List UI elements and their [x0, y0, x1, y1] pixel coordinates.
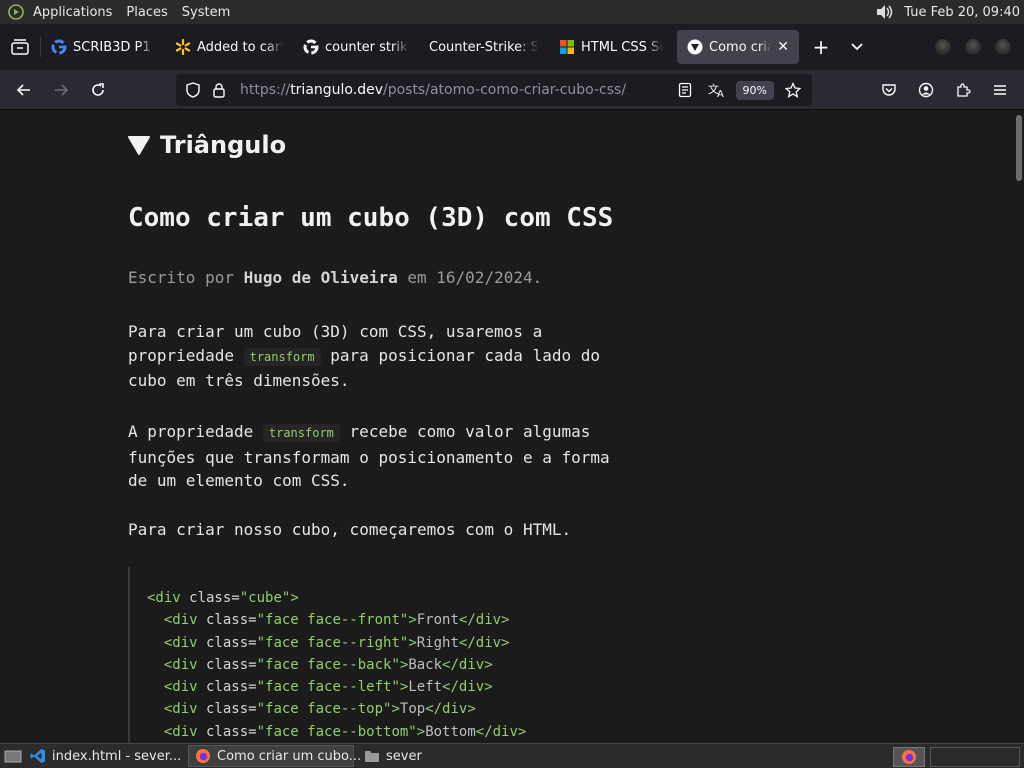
zoom-level-button[interactable]: 90% — [735, 80, 774, 100]
show-desktop-icon — [4, 750, 22, 763]
hamburger-menu-icon — [994, 85, 1006, 95]
taskbar-vscode[interactable]: index.html - sever... — [24, 745, 184, 767]
code-line: <div class="cube"> — [147, 590, 299, 606]
pocket-button[interactable] — [873, 74, 905, 106]
inline-code: transform — [262, 424, 340, 442]
code-line: <div class="face face--front">Front</div… — [163, 612, 510, 629]
reload-icon — [92, 82, 104, 96]
tab-added-to-cart[interactable]: Added to cart — [165, 30, 293, 64]
firefox-view-icon — [11, 39, 29, 55]
tab-html-css-support[interactable]: HTML CSS Sup — [549, 30, 673, 64]
paragraph-transform: A propriedade transform recebe como valo… — [128, 422, 610, 490]
article-title: Como criar um cubo (3D) com CSS — [128, 203, 614, 233]
code-line: <div class="face face--back">Back</div> — [163, 656, 493, 673]
top-panel: Applications Places System Tue Feb 20, 0… — [0, 0, 1024, 24]
bookmark-star-icon[interactable] — [780, 74, 806, 106]
folder-icon — [364, 748, 380, 764]
paragraph-intro: Para criar um cubo (3D) com CSS, usaremo… — [128, 322, 600, 390]
paragraph-html-start: Para criar nosso cubo, começaremos com o… — [128, 520, 572, 539]
microsoft-icon — [559, 39, 575, 55]
code-line: <div class="face face--top">Top</div> — [163, 701, 476, 718]
back-arrow-icon — [16, 83, 30, 96]
forward-arrow-icon — [55, 83, 69, 96]
chevron-down-icon — [851, 43, 863, 51]
page-scrollbar[interactable] — [1014, 111, 1024, 743]
close-tab-icon[interactable]: ✕ — [777, 39, 789, 55]
google-icon — [303, 39, 319, 55]
code-line: <div class="face face--left">Left</div> — [163, 679, 493, 696]
code-block: <div class="cube"> <div class="face face… — [128, 567, 648, 743]
app-menu-button[interactable] — [984, 74, 1016, 106]
account-icon — [918, 82, 934, 98]
tray-firefox-icon[interactable] — [893, 747, 925, 767]
inline-code: transform — [243, 347, 321, 366]
taskbar-firefox[interactable]: Como criar um cubo... — [188, 745, 361, 767]
code-line: <div class="face face--right">Right</div… — [163, 634, 510, 651]
tab-como-criar-active[interactable]: Como criar ✕ — [677, 30, 799, 64]
taskbar-folder-sever[interactable]: sever — [358, 745, 458, 767]
code-line: <div class="face face--bottom">Bottom</d… — [163, 723, 527, 740]
reload-button[interactable] — [80, 74, 116, 106]
google-icon — [51, 39, 67, 55]
system-menu[interactable]: System — [182, 5, 230, 20]
reader-view-icon[interactable] — [672, 74, 698, 106]
close-window-button[interactable] — [994, 38, 1012, 56]
site-brand[interactable]: Triângulo — [128, 131, 286, 159]
svg-text:A: A — [717, 89, 724, 98]
scrollbar-thumb[interactable] — [1016, 115, 1022, 181]
tab-strip: SCRIB3D P1 3D Added to cart counter stri… — [0, 24, 1024, 70]
tab-counter-strike-search[interactable]: counter strike — [293, 30, 419, 64]
tracking-protection-icon[interactable] — [180, 74, 206, 106]
firefox-view-button[interactable] — [0, 24, 40, 70]
puzzle-icon — [957, 83, 971, 97]
triangulo-icon — [687, 39, 703, 55]
extensions-button[interactable] — [947, 74, 979, 106]
maximize-button[interactable] — [964, 38, 982, 56]
show-desktop-button[interactable] — [2, 746, 24, 766]
brand-name: Triângulo — [160, 131, 287, 159]
list-all-tabs-button[interactable] — [839, 30, 875, 64]
url-text[interactable]: https://triangulo.dev/posts/atomo-como-c… — [240, 82, 626, 98]
walmart-spark-icon — [175, 39, 191, 55]
translate-icon[interactable]: 文A — [704, 74, 730, 106]
navigation-toolbar: https://triangulo.dev/posts/atomo-como-c… — [0, 70, 1024, 110]
forward-button[interactable] — [43, 74, 79, 106]
distro-logo-icon[interactable] — [7, 3, 25, 21]
tab-scrib3d[interactable]: SCRIB3D P1 3D — [41, 30, 165, 64]
url-bar[interactable]: https://triangulo.dev/posts/atomo-como-c… — [176, 74, 812, 106]
back-button[interactable] — [6, 74, 42, 106]
lock-icon[interactable] — [206, 74, 232, 106]
vscode-icon — [30, 748, 46, 764]
author-name[interactable]: Hugo de Oliveira — [244, 268, 398, 287]
tab-counter-strike[interactable]: Counter-Strike: Se — [419, 30, 549, 64]
applications-menu[interactable]: Applications — [33, 5, 112, 20]
triangulo-logo-icon — [128, 136, 150, 155]
minimize-button[interactable] — [934, 38, 952, 56]
article-meta: Escrito por Hugo de Oliveira em 16/02/20… — [128, 268, 543, 287]
volume-icon[interactable] — [874, 3, 896, 21]
pocket-icon — [882, 84, 896, 96]
new-tab-button[interactable]: + — [803, 30, 839, 64]
clock[interactable]: Tue Feb 20, 09:40 — [904, 5, 1020, 20]
account-button[interactable] — [910, 74, 942, 106]
bottom-taskbar: index.html - sever... Como criar um cubo… — [0, 743, 1024, 768]
places-menu[interactable]: Places — [126, 5, 167, 20]
page-content: Triângulo Como criar um cubo (3D) com CS… — [0, 111, 1014, 743]
firefox-icon — [195, 748, 211, 764]
workspace-switcher[interactable] — [930, 747, 1020, 767]
